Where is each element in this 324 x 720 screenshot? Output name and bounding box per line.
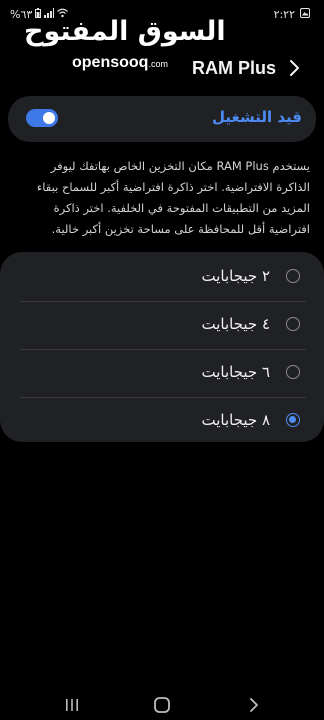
- option-label: ٨ جيجابايت: [201, 411, 270, 429]
- status-time: ٢:٢٢: [273, 8, 295, 21]
- ram-plus-switch[interactable]: [26, 109, 58, 127]
- master-toggle-card[interactable]: قيد التشغيل: [8, 96, 316, 142]
- status-right-group: ٢:٢٢: [274, 8, 310, 21]
- switch-knob: [43, 112, 55, 124]
- option-label: ٤ جيجابايت: [201, 315, 270, 333]
- radio-button[interactable]: [286, 365, 300, 379]
- watermark-arabic-text: السوق المفتوح: [24, 16, 227, 47]
- option-4gb[interactable]: ٤ جيجابايت: [0, 302, 324, 349]
- system-nav-bar: [0, 690, 324, 720]
- option-label: ٦ جيجابايت: [201, 363, 270, 381]
- chevron-right-icon[interactable]: [286, 58, 302, 78]
- home-icon[interactable]: [152, 696, 172, 714]
- page-title: RAM Plus: [191, 58, 276, 78]
- description-text: يستخدم RAM Plus مكان التخزين الخاص بهاتف…: [36, 159, 310, 236]
- recent-apps-icon[interactable]: [62, 696, 82, 714]
- ram-size-options-card: ٢ جيجابايت ٤ جيجابايت ٦ جيجابايت ٨ جيجاب…: [0, 252, 324, 442]
- gallery-notification-icon: [300, 8, 310, 21]
- option-label: ٢ جيجابايت: [201, 267, 270, 285]
- option-2gb[interactable]: ٢ جيجابايت: [0, 254, 324, 301]
- toggle-label: قيد التشغيل: [212, 108, 302, 126]
- option-8gb[interactable]: ٨ جيجابايت: [0, 398, 324, 445]
- back-icon[interactable]: [244, 696, 264, 714]
- radio-button[interactable]: [286, 269, 300, 283]
- radio-button-selected[interactable]: [286, 413, 300, 427]
- option-6gb[interactable]: ٦ جيجابايت: [0, 350, 324, 397]
- radio-button[interactable]: [286, 317, 300, 331]
- app-bar: RAM Plus: [0, 52, 324, 84]
